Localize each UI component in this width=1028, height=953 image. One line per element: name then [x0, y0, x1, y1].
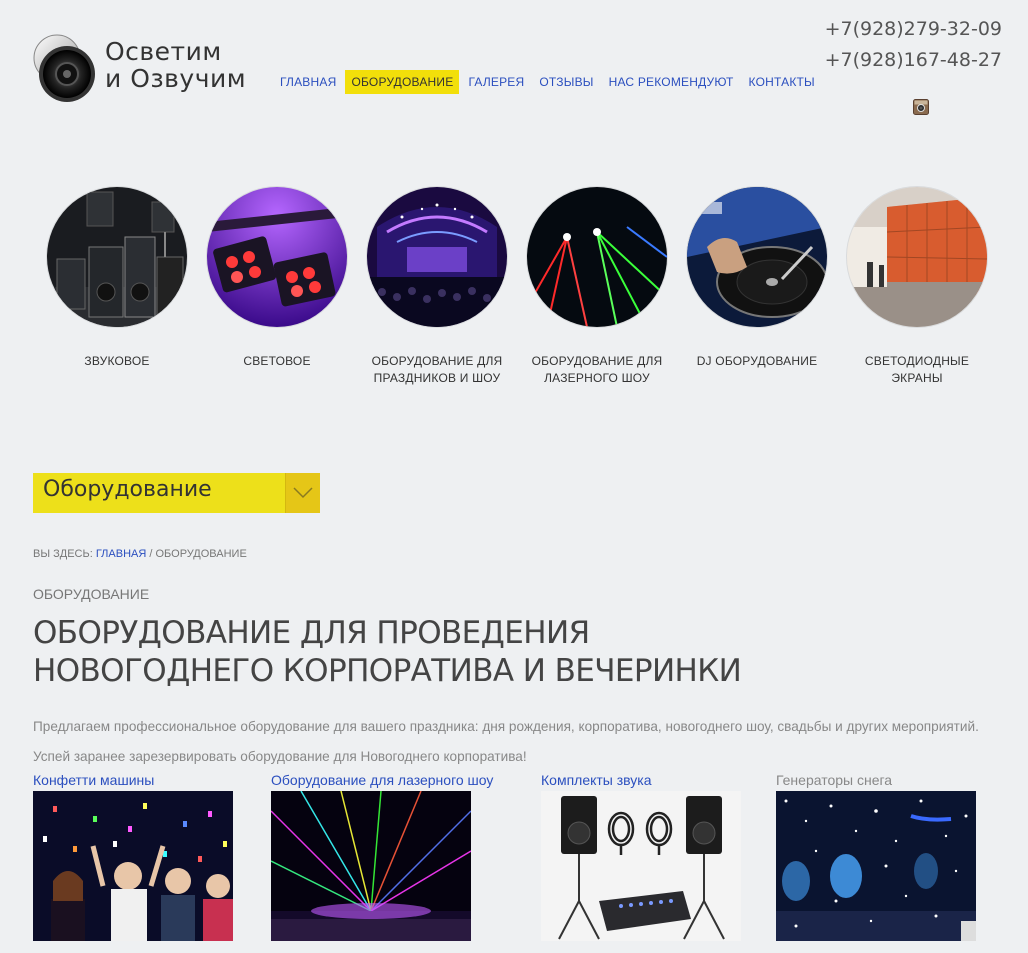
intro-paragraph: Предлагаем профессиональное оборудование… — [33, 719, 979, 734]
intro-text: Предлагаем профессиональное оборудование… — [33, 712, 979, 772]
product-title-link[interactable]: Оборудование для лазерного шоу — [271, 772, 493, 788]
nav-item-reviews[interactable]: ОТЗЫВЫ — [533, 70, 599, 94]
stage-lights-image[interactable] — [207, 187, 347, 327]
product-sound-kit: Комплекты звука — [541, 772, 741, 941]
instagram-icon[interactable] — [913, 99, 929, 115]
page-title: ОБОРУДОВАНИЕ ДЛЯ ПРОВЕДЕНИЯ НОВОГОДНЕГО … — [33, 615, 742, 689]
category-label[interactable]: ЗВУКОВОЕ — [37, 353, 197, 370]
category-label[interactable]: ОБОРУДОВАНИЕ ДЛЯ ЛАЗЕРНОГО ШОУ — [517, 353, 677, 387]
breadcrumb-home[interactable]: ГЛАВНАЯ — [96, 548, 146, 560]
product-snow: Генераторы снега — [776, 772, 976, 941]
category-label[interactable]: СВЕТОВОЕ — [197, 353, 357, 370]
category-light[interactable]: СВЕТОВОЕ — [197, 187, 357, 387]
led-screen-image[interactable] — [847, 187, 987, 327]
speaker-logo-icon — [33, 34, 95, 102]
category-dropdown[interactable]: Оборудование — [33, 473, 320, 513]
category-led[interactable]: СВЕТОДИОДНЫЕ ЭКРАНЫ — [837, 187, 997, 387]
breadcrumb: ВЫ ЗДЕСЬ: ГЛАВНАЯ / ОБОРУДОВАНИЕ — [33, 548, 247, 560]
category-sound[interactable]: ЗВУКОВОЕ — [37, 187, 197, 387]
phone-numbers: +7(928)279-32-09 +7(928)167-48-27 — [825, 14, 1002, 76]
breadcrumb-prefix: ВЫ ЗДЕСЬ: — [33, 548, 96, 560]
breadcrumb-current: ОБОРУДОВАНИЕ — [155, 548, 247, 560]
nav-item-gallery[interactable]: ГАЛЕРЕЯ — [462, 70, 530, 94]
nav-item-equipment[interactable]: ОБОРУДОВАНИЕ — [345, 70, 460, 94]
dropdown-label[interactable]: Оборудование — [33, 473, 285, 513]
concert-stage-image[interactable] — [367, 187, 507, 327]
laser-beams-image[interactable] — [271, 791, 471, 941]
nav-item-home[interactable]: ГЛАВНАЯ — [274, 70, 342, 94]
product-laser: Оборудование для лазерного шоу — [271, 772, 493, 941]
phone-1[interactable]: +7(928)279-32-09 — [825, 14, 1002, 45]
site-logo[interactable]: Осветим и Озвучим — [33, 34, 253, 109]
logo-line2: и Озвучим — [105, 64, 247, 93]
intro-paragraph: Успей заранее зарезервировать оборудован… — [33, 749, 527, 764]
logo-line1: Осветим — [105, 37, 222, 66]
category-dj[interactable]: DJ ОБОРУДОВАНИЕ — [677, 187, 837, 387]
phone-2[interactable]: +7(928)167-48-27 — [825, 45, 1002, 76]
snow-machine-image[interactable] — [776, 791, 976, 941]
category-label[interactable]: DJ ОБОРУДОВАНИЕ — [677, 353, 837, 370]
confetti-party-image[interactable] — [33, 791, 233, 941]
product-title-link[interactable]: Комплекты звука — [541, 772, 741, 788]
nav-item-contacts[interactable]: КОНТАКТЫ — [743, 70, 821, 94]
category-label[interactable]: ОБОРУДОВАНИЕ ДЛЯ ПРАЗДНИКОВ И ШОУ — [357, 353, 517, 387]
dj-turntable-image[interactable] — [687, 187, 827, 327]
category-list: ЗВУКОВОЕ СВЕТОВОЕ ОБОРУДОВАНИЕ ДЛЯ ПРАЗД… — [37, 187, 997, 387]
main-nav: ГЛАВНАЯ ОБОРУДОВАНИЕ ГАЛЕРЕЯ ОТЗЫВЫ НАС … — [274, 70, 824, 94]
product-title: Генераторы снега — [776, 772, 893, 788]
nav-item-recommend[interactable]: НАС РЕКОМЕНДУЮТ — [603, 70, 740, 94]
laser-show-image[interactable] — [527, 187, 667, 327]
category-show[interactable]: ОБОРУДОВАНИЕ ДЛЯ ПРАЗДНИКОВ И ШОУ — [357, 187, 517, 387]
category-laser[interactable]: ОБОРУДОВАНИЕ ДЛЯ ЛАЗЕРНОГО ШОУ — [517, 187, 677, 387]
section-label: ОБОРУДОВАНИЕ — [33, 586, 150, 602]
product-title-link[interactable]: Конфетти машины — [33, 772, 233, 788]
sound-kit-image[interactable] — [541, 791, 741, 941]
product-confetti: Конфетти машины — [33, 772, 233, 941]
dropdown-toggle[interactable] — [285, 473, 320, 513]
category-label[interactable]: СВЕТОДИОДНЫЕ ЭКРАНЫ — [837, 353, 997, 387]
speakers-image[interactable] — [47, 187, 187, 327]
chevron-down-icon — [293, 487, 313, 499]
